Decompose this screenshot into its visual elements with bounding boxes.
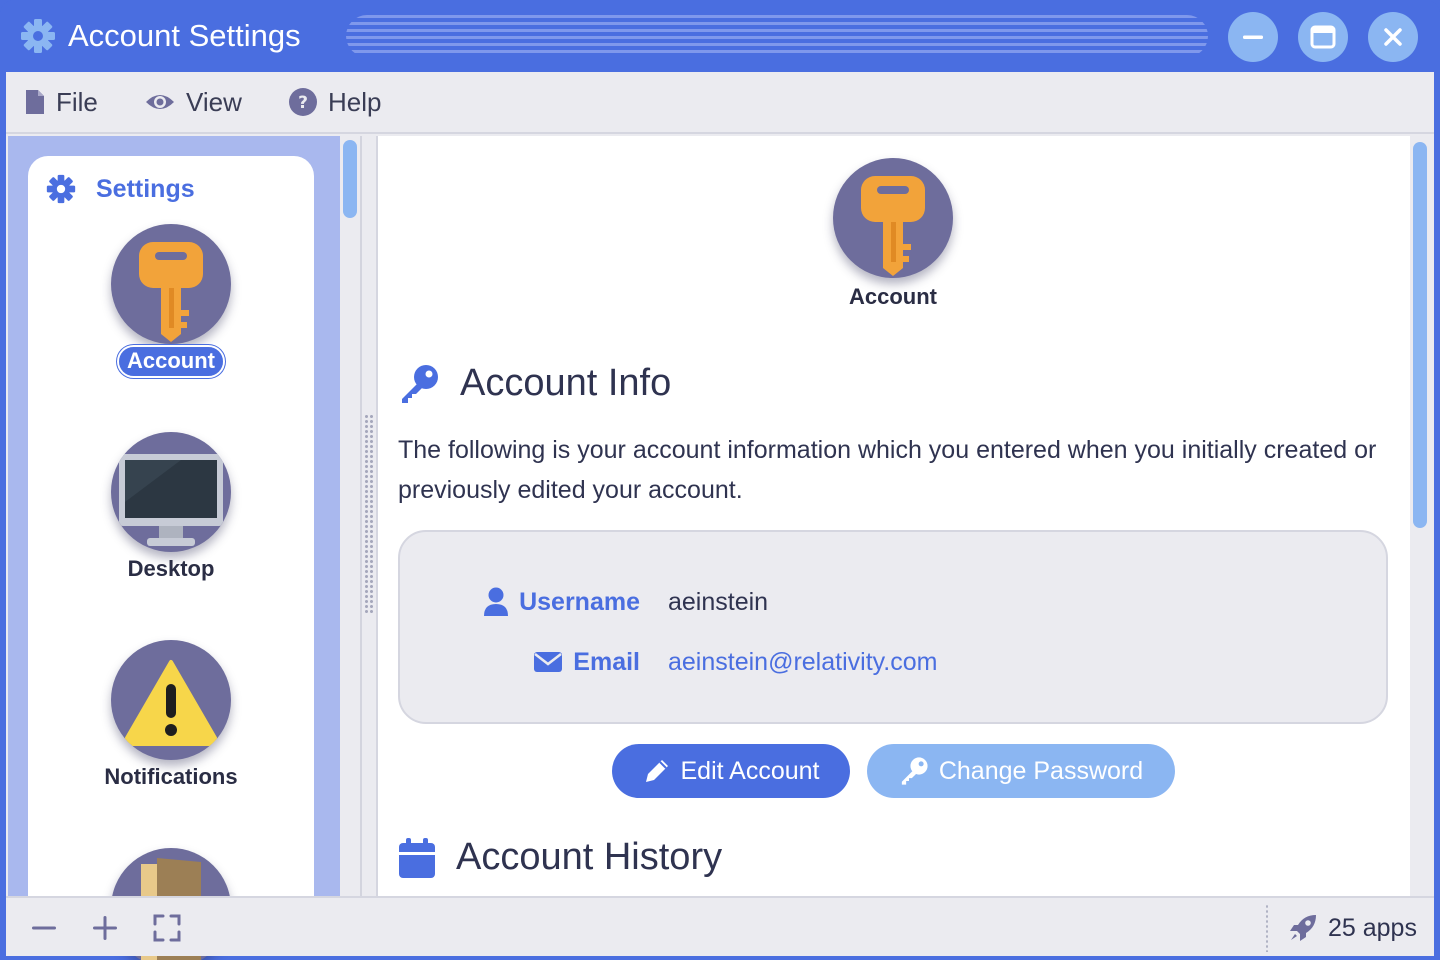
menu-view-label: View	[186, 86, 242, 117]
account-info-title: Account Info	[460, 362, 672, 404]
envelope-icon	[534, 652, 563, 672]
sidebar-scrollbar[interactable]	[340, 136, 358, 898]
menu-bar: File View ? Help	[6, 72, 1434, 132]
key-icon	[833, 158, 953, 278]
monitor-icon	[111, 432, 231, 552]
calendar-icon	[399, 837, 435, 878]
main-panel: Account Account Info The following is yo…	[376, 136, 1410, 898]
main-scrollbar-thumb[interactable]	[1413, 142, 1427, 528]
edit-account-button[interactable]: Edit Account	[612, 744, 850, 798]
sidebar-item-notifications[interactable]: Notifications	[28, 640, 314, 800]
fullscreen-icon	[153, 914, 181, 942]
menu-help[interactable]: ? Help	[288, 72, 381, 132]
minimize-icon	[1243, 35, 1263, 39]
zoom-out-icon	[32, 926, 56, 930]
sidebar-item-label: Notifications	[104, 764, 238, 789]
edit-account-label: Edit Account	[680, 756, 820, 785]
gear-icon	[46, 174, 76, 204]
status-bar: 25 apps	[6, 896, 1434, 956]
username-label: Username	[483, 582, 640, 622]
gear-icon	[20, 18, 56, 54]
account-info-card: Username aeinstein Email aeinstein@relat…	[398, 530, 1388, 724]
fullscreen-button[interactable]	[149, 910, 185, 946]
file-icon	[26, 90, 44, 114]
email-row: Email aeinstein@relativity.com	[400, 642, 1390, 682]
pencil-icon	[645, 760, 668, 782]
key-icon	[111, 224, 231, 344]
sidebar-item-label: Desktop	[127, 556, 215, 581]
sidebar-item-label: Account	[28, 347, 314, 376]
sidebar-heading: Settings	[46, 174, 195, 204]
svg-text:?: ?	[298, 93, 308, 113]
change-password-button[interactable]: Change Password	[867, 744, 1175, 798]
hero-label: Account	[849, 284, 937, 309]
zoom-in-button[interactable]	[87, 910, 123, 946]
account-info-description: The following is your account informatio…	[398, 436, 1377, 504]
user-icon	[484, 587, 509, 616]
app-window: Account Settings File View ? Help Settin…	[0, 0, 1440, 960]
status-divider	[1266, 904, 1268, 952]
main-scrollbar[interactable]	[1410, 136, 1434, 898]
sidebar: Settings Account Desktop Notifications	[8, 136, 340, 960]
sidebar-divider	[360, 136, 362, 898]
key-icon	[402, 364, 438, 403]
content-area: Settings Account Desktop Notifications A…	[6, 132, 1434, 960]
warning-icon	[111, 640, 231, 760]
rocket-icon	[1290, 915, 1316, 941]
sidebar-panel: Settings Account Desktop Notifications	[28, 156, 314, 960]
sidebar-heading-label: Settings	[96, 174, 195, 203]
eye-icon	[146, 95, 174, 109]
sidebar-item-desktop[interactable]: Desktop	[28, 432, 314, 592]
maximize-button[interactable]	[1298, 12, 1348, 62]
sidebar-scrollbar-thumb[interactable]	[343, 140, 357, 218]
title-drag-handle[interactable]	[346, 15, 1208, 57]
username-value: aeinstein	[668, 588, 769, 616]
sidebar-item-account[interactable]: Account	[28, 224, 314, 384]
apps-counter[interactable]: 25 apps	[1288, 898, 1417, 958]
change-password-label: Change Password	[938, 756, 1144, 785]
email-link[interactable]: aeinstein@relativity.com	[668, 642, 937, 682]
title-bar[interactable]: Account Settings	[0, 0, 1440, 72]
zoom-out-button[interactable]	[26, 910, 62, 946]
menu-help-label: Help	[328, 86, 382, 117]
window-title: Account Settings	[68, 18, 301, 53]
email-label: Email	[533, 642, 640, 682]
zoom-in-icon	[93, 916, 117, 940]
maximize-icon	[1310, 25, 1336, 49]
question-circle-icon: ?	[289, 88, 317, 116]
menu-view[interactable]: View	[144, 72, 242, 132]
account-info-heading: Account Info	[398, 362, 671, 405]
close-icon	[1384, 28, 1402, 46]
minimize-button[interactable]	[1228, 12, 1278, 62]
close-button[interactable]	[1368, 12, 1418, 62]
account-history-heading: Account History	[398, 836, 722, 879]
username-row: Username aeinstein	[400, 582, 1390, 622]
key-icon	[901, 757, 928, 785]
splitter-handle[interactable]	[364, 414, 374, 614]
account-history-title: Account History	[456, 836, 723, 878]
apps-count-label: 25 apps	[1328, 913, 1417, 942]
menu-file[interactable]: File	[24, 72, 98, 132]
menu-file-label: File	[56, 86, 98, 117]
